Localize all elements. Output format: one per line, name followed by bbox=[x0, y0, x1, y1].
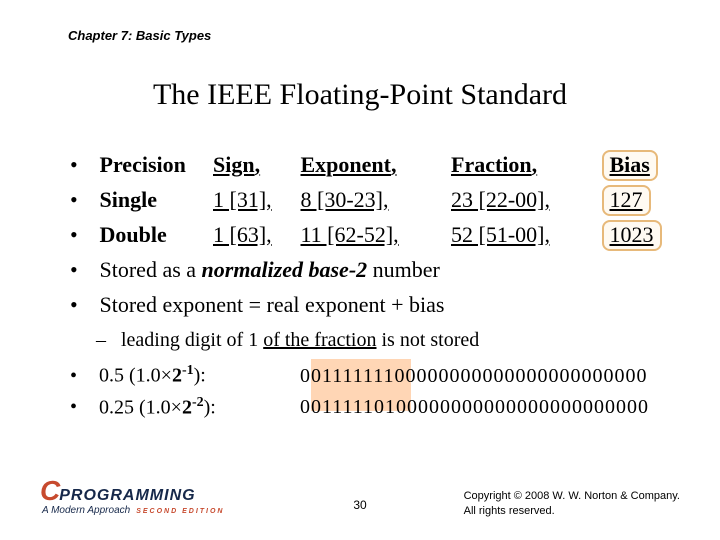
bias-double: 1023 bbox=[602, 218, 662, 251]
precision-double: Double bbox=[100, 218, 208, 251]
col-hdr-sign: Sign, bbox=[213, 148, 295, 181]
example-list: • 0.5 (1.0×2-1): 00111111100000000000000… bbox=[70, 360, 649, 423]
page-title: The IEEE Floating-Point Standard bbox=[0, 78, 720, 112]
bits-0.5: 00111111100000000000000000000000 bbox=[300, 361, 648, 392]
row-single: • Single 1 [31], 8 [30-23], 23 [22-00], … bbox=[70, 183, 662, 216]
sub-bullet-leading-digit: – leading digit of 1 of the fraction is … bbox=[96, 326, 479, 355]
precision-single: Single bbox=[100, 183, 208, 216]
col-hdr-fraction: Fraction, bbox=[451, 148, 596, 181]
exp-double: 11 [62-52], bbox=[301, 218, 446, 251]
frac-double: 52 [51-00], bbox=[451, 218, 596, 251]
row-double: • Double 1 [63], 11 [62-52], 52 [51-00],… bbox=[70, 218, 662, 251]
logo-subtitle: A Modern ApproachSECOND EDITION bbox=[42, 505, 225, 516]
main-bullet-list: • Precision Sign, Exponent, Fraction, Bi… bbox=[70, 148, 662, 323]
bullet-stored-normalized: • Stored as a normalized base-2 number bbox=[70, 253, 662, 286]
example-row-0.5: • 0.5 (1.0×2-1): 00111111100000000000000… bbox=[70, 360, 649, 392]
bullet-stored-exponent: • Stored exponent = real exponent + bias bbox=[70, 288, 662, 321]
logo-programming: PROGRAMMING bbox=[59, 487, 195, 504]
header-row: • Precision Sign, Exponent, Fraction, Bi… bbox=[70, 148, 662, 181]
logo-c-letter: C bbox=[40, 475, 59, 506]
bits-0.25: 00111110100000000000000000000000 bbox=[300, 392, 649, 423]
sign-single: 1 [31], bbox=[213, 183, 295, 216]
exp-single: 8 [30-23], bbox=[301, 183, 446, 216]
col-hdr-precision: Precision bbox=[100, 148, 208, 181]
copyright: Copyright © 2008 W. W. Norton & Company.… bbox=[464, 489, 680, 518]
frac-single: 23 [22-00], bbox=[451, 183, 596, 216]
logo-edition: SECOND EDITION bbox=[136, 508, 224, 515]
example-row-0.25: • 0.25 (1.0×2-2): 0011111010000000000000… bbox=[70, 392, 649, 424]
book-logo: CPROGRAMMING A Modern ApproachSECOND EDI… bbox=[40, 475, 225, 516]
chapter-label: Chapter 7: Basic Types bbox=[68, 28, 211, 43]
bias-single: 127 bbox=[602, 183, 651, 216]
col-hdr-bias: Bias bbox=[602, 148, 658, 181]
sign-double: 1 [63], bbox=[213, 218, 295, 251]
col-hdr-exponent: Exponent, bbox=[301, 148, 446, 181]
